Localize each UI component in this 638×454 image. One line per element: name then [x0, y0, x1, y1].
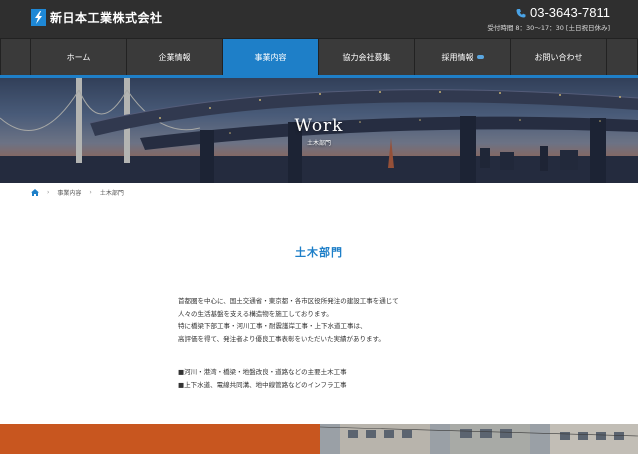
- nav-item-business[interactable]: 事業内容: [223, 39, 319, 75]
- paragraph-line: 人々の生活基盤を支える構造物を施工しております。: [178, 309, 333, 318]
- nav-label: 事業内容: [254, 52, 287, 62]
- chevron-right-icon: ›: [89, 188, 92, 196]
- paragraph-line: 高評価を得て、発注者より優良工事表彰をいただいた実績があります。: [178, 334, 385, 343]
- company-logo[interactable]: 新日本工業株式会社: [31, 9, 163, 26]
- nav-label: お問い合わせ: [534, 52, 583, 62]
- nav-item-contact[interactable]: お問い合わせ: [511, 39, 607, 75]
- nav-label: 企業情報: [158, 52, 191, 62]
- hero-banner: Work 土木部門: [0, 78, 638, 183]
- business-hours: 受付時間 8：30〜17：30 [土日祝日休み]: [487, 24, 610, 32]
- list-item: ■上下水道、電線共同溝、地中線管路などのインフラ工事: [178, 380, 347, 389]
- nav-label: 採用情報: [441, 52, 474, 62]
- nav-item-recruit[interactable]: 採用情報: [415, 39, 511, 75]
- hero-title: Work: [294, 116, 344, 136]
- company-name: 新日本工業株式会社: [50, 11, 163, 25]
- building-photo: [320, 424, 638, 454]
- nav-spacer-right: [607, 39, 638, 75]
- chevron-right-icon: ›: [47, 188, 50, 196]
- nav-label: ホーム: [66, 52, 91, 62]
- main-nav: ホーム 企業情報 事業内容 協力会社募集 採用情報 お問い合わせ: [0, 38, 638, 75]
- breadcrumb-item-current: 土木部門: [99, 189, 124, 197]
- site-header: 新日本工業株式会社 03-3643-7811 受付時間 8：30〜17：30 […: [0, 0, 638, 38]
- nav-spacer-left: [0, 39, 31, 75]
- description-paragraph: 首都圏を中心に、国土交通省・東京都・各市区役所発注の建設工事を通じて 人々の生活…: [178, 295, 498, 345]
- breadcrumb-item-business[interactable]: 事業内容: [57, 188, 81, 197]
- section-heading: 土木部門: [295, 246, 343, 259]
- breadcrumb: › 事業内容 › 土木部門: [31, 186, 124, 198]
- phone-icon: [516, 8, 526, 18]
- service-list: ■河川・港湾・橋梁・地盤改良・道路などの主要土木工事 ■上下水道、電線共同溝、地…: [178, 366, 498, 391]
- hero-subtitle: 土木部門: [306, 140, 331, 147]
- external-link-icon: [476, 55, 484, 59]
- nav-item-home[interactable]: ホーム: [31, 39, 127, 75]
- nav-item-company[interactable]: 企業情報: [127, 39, 223, 75]
- paragraph-line: 特に橋梁下部工事・河川工事・耐震護岸工事・上下水道工事は、: [178, 322, 367, 330]
- paragraph-line: 首都圏を中心に、国土交通省・東京都・各市区役所発注の建設工事を通じて: [178, 297, 399, 305]
- building-photo-image: [320, 424, 638, 454]
- phone-number[interactable]: 03-3643-7811: [516, 5, 610, 20]
- nav-label: 協力会社募集: [342, 52, 391, 62]
- home-icon[interactable]: [31, 188, 39, 196]
- nav-item-partners[interactable]: 協力会社募集: [319, 39, 415, 75]
- phone-text: 03-3643-7811: [530, 5, 610, 20]
- logo-mark-icon: [31, 9, 46, 26]
- orange-panel: [0, 424, 320, 454]
- list-item: ■河川・港湾・橋梁・地盤改良・道路などの主要土木工事: [178, 368, 347, 376]
